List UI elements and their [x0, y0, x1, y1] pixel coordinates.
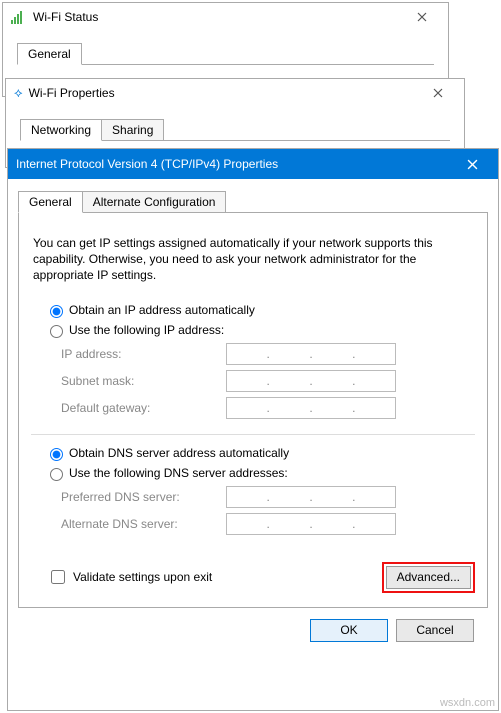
close-button[interactable] — [418, 81, 458, 105]
label-subnet: Subnet mask: — [61, 374, 226, 388]
radio-dns-manual[interactable] — [50, 468, 63, 481]
checkbox-validate[interactable] — [51, 570, 65, 584]
tab-alternate-config[interactable]: Alternate Configuration — [82, 191, 227, 213]
titlebar: ⟡ Wi-Fi Properties — [6, 79, 464, 107]
radio-label: Use the following IP address: — [69, 323, 224, 337]
input-subnet: ... — [226, 370, 396, 392]
window-title: Internet Protocol Version 4 (TCP/IPv4) P… — [16, 157, 452, 171]
close-button[interactable] — [452, 152, 492, 176]
radio-label: Use the following DNS server addresses: — [69, 466, 288, 480]
label-preferred-dns: Preferred DNS server: — [61, 490, 226, 504]
tab-sharing[interactable]: Sharing — [101, 119, 164, 141]
label-gateway: Default gateway: — [61, 401, 226, 415]
radio-ip-auto[interactable] — [50, 305, 63, 318]
watermark: wsxdn.com — [440, 697, 495, 709]
ipv4-properties-window: Internet Protocol Version 4 (TCP/IPv4) P… — [7, 148, 499, 711]
window-title: Wi-Fi Status — [33, 10, 402, 24]
titlebar: Wi-Fi Status — [3, 3, 448, 31]
input-ip-address: ... — [226, 343, 396, 365]
tab-networking[interactable]: Networking — [20, 119, 102, 141]
info-text: You can get IP settings assigned automat… — [33, 235, 473, 284]
radio-label: Obtain an IP address automatically — [69, 303, 255, 317]
cancel-button[interactable]: Cancel — [396, 619, 474, 642]
radio-dns-auto[interactable] — [50, 448, 63, 461]
body: General Alternate Configuration You can … — [8, 179, 498, 642]
radio-label: Obtain DNS server address automatically — [69, 446, 289, 460]
body: General — [3, 31, 448, 73]
label-alternate-dns: Alternate DNS server: — [61, 517, 226, 531]
wifi-signal-icon — [11, 10, 27, 24]
radio-ip-manual[interactable] — [50, 325, 63, 338]
close-button[interactable] — [402, 5, 442, 29]
ip-group: Obtain an IP address automatically Use t… — [31, 298, 475, 435]
ok-button[interactable]: OK — [310, 619, 388, 642]
window-title: Wi-Fi Properties — [29, 86, 418, 100]
input-preferred-dns: ... — [226, 486, 396, 508]
dns-group: Obtain DNS server address automatically … — [31, 441, 475, 550]
label-validate: Validate settings upon exit — [73, 570, 212, 584]
advanced-highlight: Advanced... — [382, 562, 475, 593]
titlebar: Internet Protocol Version 4 (TCP/IPv4) P… — [8, 149, 498, 179]
input-alternate-dns: ... — [226, 513, 396, 535]
adapter-icon: ⟡ — [14, 85, 23, 101]
tab-general[interactable]: General — [18, 191, 83, 213]
label-ip-address: IP address: — [61, 347, 226, 361]
input-gateway: ... — [226, 397, 396, 419]
body: Networking Sharing — [6, 107, 464, 149]
tab-general[interactable]: General — [17, 43, 82, 65]
advanced-button[interactable]: Advanced... — [386, 566, 471, 589]
